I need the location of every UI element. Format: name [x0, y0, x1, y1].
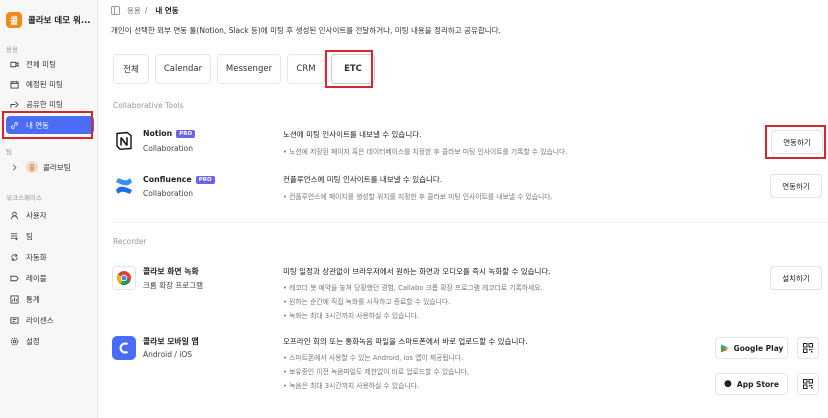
integration-category: Collaboration: [143, 144, 193, 153]
integration-description: 노션에 미팅 인사이트를 내보낼 수 있습니다.: [283, 130, 422, 139]
sidebar-item-automation[interactable]: 자동화: [6, 249, 94, 265]
google-play-qr-button[interactable]: [797, 337, 819, 359]
google-play-icon: [720, 343, 729, 353]
sidebar-item-label: 설정: [26, 336, 40, 346]
tab-all[interactable]: 전체: [113, 54, 149, 84]
integration-bullet: • 보유중인 이전 녹음파일도 제한없이 바로 업로드할 수 있습니다.: [283, 368, 470, 376]
notion-logo-icon: [113, 130, 135, 152]
calendar-icon: [10, 80, 19, 89]
gear-icon: [10, 337, 19, 346]
chevron-right-icon: [10, 163, 19, 172]
integration-name-screen-recorder: 콜라보 화면 녹화: [143, 267, 199, 276]
qr-code-icon: [803, 379, 813, 389]
sidebar-item-shared-meetings[interactable]: 공유한 미팅: [6, 96, 94, 112]
tab-crm[interactable]: CRM: [287, 54, 325, 84]
pro-badge: PRO: [195, 175, 215, 184]
sidebar-item-label: 라이센스: [26, 315, 54, 325]
integration-description: 오프라인 회의 또는 통화녹음 파일을 스마트폰에서 바로 업로드할 수 있습니…: [283, 337, 528, 346]
user-icon: [10, 211, 19, 220]
sidebar-item-users[interactable]: 사용자: [6, 207, 94, 223]
sidebar-item-team[interactable]: 팀: [6, 228, 94, 244]
integration-bullet: • 원하는 순간에 직접 녹화를 시작하고 종료할 수 있습니다.: [283, 298, 451, 306]
integration-name-mobile-app: 콜라보 모바일 앱: [143, 337, 199, 346]
sidebar-item-license[interactable]: 라이센스: [6, 312, 94, 328]
breadcrumb-parent[interactable]: 용용: [127, 5, 141, 16]
integration-description: 미팅 일정과 상관없이 브라우저에서 원하는 화면과 오디오를 즉시 녹화할 수…: [283, 267, 551, 276]
sidebar-toggle-icon[interactable]: [111, 5, 120, 15]
integration-bullet: • 스마트폰에서 사용할 수 있는 Android, ios 앱이 제공됩니다.: [283, 354, 464, 362]
mobile-app-logo-icon: [112, 336, 136, 360]
tab-messenger[interactable]: Messenger: [217, 54, 281, 84]
sidebar-item-label: 사용자: [26, 210, 47, 220]
group-label-recorder: Recorder: [113, 237, 147, 246]
group-label-collaborative-tools: Collaborative Tools: [113, 101, 184, 110]
workspace-switcher[interactable]: 콜 콜라보 데모 워...: [6, 10, 94, 30]
sidebar-item-label: 팀: [26, 231, 33, 241]
breadcrumb-separator: /: [144, 5, 148, 15]
sidebar-item-all-meetings[interactable]: 전체 미팅: [6, 56, 94, 72]
google-play-button[interactable]: Google Play: [715, 337, 788, 359]
sidebar-item-label: 레이블: [26, 273, 47, 283]
team-avatar: 콜: [26, 161, 38, 173]
app-store-label: App Store: [736, 379, 779, 389]
chart-icon: [10, 294, 19, 304]
integration-category: 크롬 확장 프로그램: [143, 281, 203, 290]
tab-calendar[interactable]: Calendar: [155, 54, 211, 84]
integration-bullet: • 녹화는 최대 3시간까지 사용하실 수 있습니다.: [283, 312, 420, 320]
breadcrumb: 용용 / 내 연동: [111, 4, 179, 16]
section-label-team: 팀: [6, 148, 12, 156]
chrome-extension-logo-icon: [112, 266, 136, 290]
sidebar-item-label: 콜라보팀: [43, 162, 71, 172]
integration-description: 컨플루언스에 미팅 인사이트를 내보낼 수 있습니다.: [283, 175, 443, 184]
pro-badge: PRO: [176, 129, 196, 138]
sidebar-item-label: 통계: [26, 294, 40, 304]
breadcrumb-current: 내 연동: [155, 5, 179, 15]
sidebar-item-upcoming-meetings[interactable]: 예정된 미팅: [6, 76, 94, 92]
screen-recorder-install-button[interactable]: 설치하기: [770, 266, 822, 290]
integration-bullet: • 컨플루언스에 페이지를 생성할 위치를 지정한 후 콜라보 미팅 인사이트를…: [283, 193, 553, 201]
workspace-logo: 콜: [6, 12, 22, 28]
integration-name-confluence: Confluence PRO: [143, 175, 215, 184]
workspace-name: 콜라보 데모 워...: [28, 16, 91, 26]
label-icon: [10, 274, 19, 283]
divider: [113, 222, 828, 223]
sidebar-item-label: 자동화: [26, 252, 47, 262]
sidebar-item-label: 공유한 미팅: [26, 99, 63, 109]
sidebar-item-label: 예정된 미팅: [26, 79, 63, 89]
google-play-label: Google Play: [733, 343, 784, 353]
confluence-logo-icon: [113, 175, 135, 197]
highlight-box-sidebar: [2, 111, 93, 139]
section-label-workspace: 워크스페이스: [6, 194, 42, 202]
highlight-box-etc-tab: [325, 50, 373, 88]
integration-bullet: • 레코더 봇 예약을 놓쳐 당황했던 경험, Callabo 크롬 확장 프로…: [283, 284, 543, 292]
page-description: 개인이 선택한 외부 연동 툴(Notion, Slack 등)에 미팅 후 생…: [111, 26, 501, 35]
sidebar: 콜 콜라보 데모 워... 용용 전체 미팅 예정된 미팅 공유한 미팅 내 연…: [0, 0, 98, 418]
qr-code-icon: [803, 343, 813, 353]
video-icon: [10, 60, 19, 69]
integration-bullet: • 노션에 저장된 페이지 혹은 데이터베이스를 지정한 후 콜라보 미팅 인사…: [283, 148, 568, 156]
share-icon: [10, 100, 19, 109]
confluence-connect-button[interactable]: 연동하기: [770, 174, 822, 198]
integration-category: Android / iOS: [143, 350, 193, 359]
highlight-box-notion-button: [765, 125, 826, 159]
team-icon: [10, 232, 19, 241]
integration-category: Collaboration: [143, 189, 193, 198]
sidebar-item-settings[interactable]: 설정: [6, 333, 94, 349]
sidebar-item-statistics[interactable]: 통계: [6, 291, 94, 307]
main-content: 용용 / 내 연동 개인이 선택한 외부 연동 툴(Notion, Slack …: [99, 0, 828, 418]
app-store-qr-button[interactable]: [797, 373, 819, 395]
integration-bullet: • 녹음은 최대 3시간까지 사용하실 수 있습니다.: [283, 382, 420, 390]
license-icon: [10, 316, 19, 325]
sidebar-item-labels[interactable]: 레이블: [6, 270, 94, 286]
section-label-usage: 용용: [6, 46, 18, 54]
apple-icon: ●: [724, 379, 732, 389]
automation-icon: [10, 253, 19, 262]
sidebar-item-label: 전체 미팅: [26, 59, 56, 69]
sidebar-item-team-callabo[interactable]: 콜 콜라보팀: [6, 159, 94, 175]
integration-name-notion: Notion PRO: [143, 129, 196, 138]
app-store-button[interactable]: ● App Store: [715, 373, 788, 395]
